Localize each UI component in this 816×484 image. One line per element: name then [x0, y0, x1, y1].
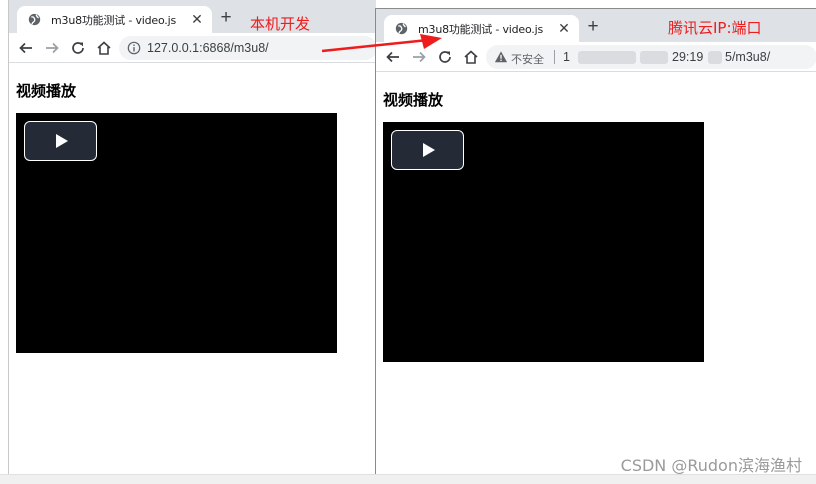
- big-play-button[interactable]: [391, 130, 464, 170]
- page-heading: 视频播放: [383, 91, 444, 109]
- screenshot-canvas: m3u8功能测试 - video.js ✕ + 127.0.0.1:6868/m…: [0, 0, 816, 484]
- warning-icon[interactable]: [494, 50, 508, 64]
- arrow-right-icon: [46, 42, 59, 54]
- left-browser-window: m3u8功能测试 - video.js ✕ + 127.0.0.1:6868/m…: [8, 0, 376, 474]
- browser-tab[interactable]: m3u8功能测试 - video.js ✕: [17, 6, 212, 33]
- redacted-port-block: [708, 51, 722, 64]
- omnibox-separator: [554, 50, 555, 64]
- info-icon[interactable]: [127, 41, 141, 55]
- url-text: 127.0.0.1:6868/m3u8/: [147, 41, 269, 55]
- forward-button[interactable]: [40, 36, 64, 60]
- big-play-button[interactable]: [24, 121, 97, 161]
- reload-button[interactable]: [66, 36, 90, 60]
- tab-strip: m3u8功能测试 - video.js ✕ +: [9, 0, 376, 33]
- address-bar[interactable]: 不安全 1 29:19 5/m3u8/: [486, 45, 816, 69]
- home-icon: [464, 50, 478, 64]
- plus-icon[interactable]: +: [215, 8, 237, 30]
- close-icon[interactable]: ✕: [188, 10, 206, 28]
- watermark: CSDN @Rudon滨海渔村: [620, 456, 802, 475]
- page-heading: 视频播放: [16, 82, 77, 100]
- not-secure-label: 不安全: [511, 53, 544, 66]
- tab-title: m3u8功能测试 - video.js: [51, 14, 176, 27]
- annotation-local-dev: 本机开发: [250, 15, 311, 33]
- redacted-ip-block: [640, 51, 668, 64]
- right-browser-window: m3u8功能测试 - video.js ✕ + 不安全 1 29:19 5/m3…: [375, 8, 816, 474]
- play-icon: [423, 143, 435, 157]
- url-text-part-3: 5/m3u8/: [725, 50, 771, 64]
- home-icon: [97, 41, 111, 55]
- back-button[interactable]: [14, 36, 38, 60]
- close-icon[interactable]: ✕: [555, 19, 573, 37]
- globe-icon: [28, 13, 41, 26]
- video-player[interactable]: [16, 113, 337, 353]
- redacted-ip-block: [578, 51, 636, 64]
- video-player[interactable]: [383, 122, 704, 362]
- url-text-part-2: 29:19: [672, 50, 704, 64]
- home-button[interactable]: [459, 45, 483, 69]
- annotation-arrow: [321, 34, 442, 53]
- plus-icon[interactable]: +: [582, 17, 604, 39]
- arrow-left-icon: [19, 42, 32, 54]
- home-button[interactable]: [92, 36, 116, 60]
- play-icon: [56, 134, 68, 148]
- reload-icon: [72, 42, 84, 54]
- url-text-part-1: 1: [563, 50, 570, 64]
- annotation-cloud-ip: 腾讯云IP:端口: [668, 19, 762, 37]
